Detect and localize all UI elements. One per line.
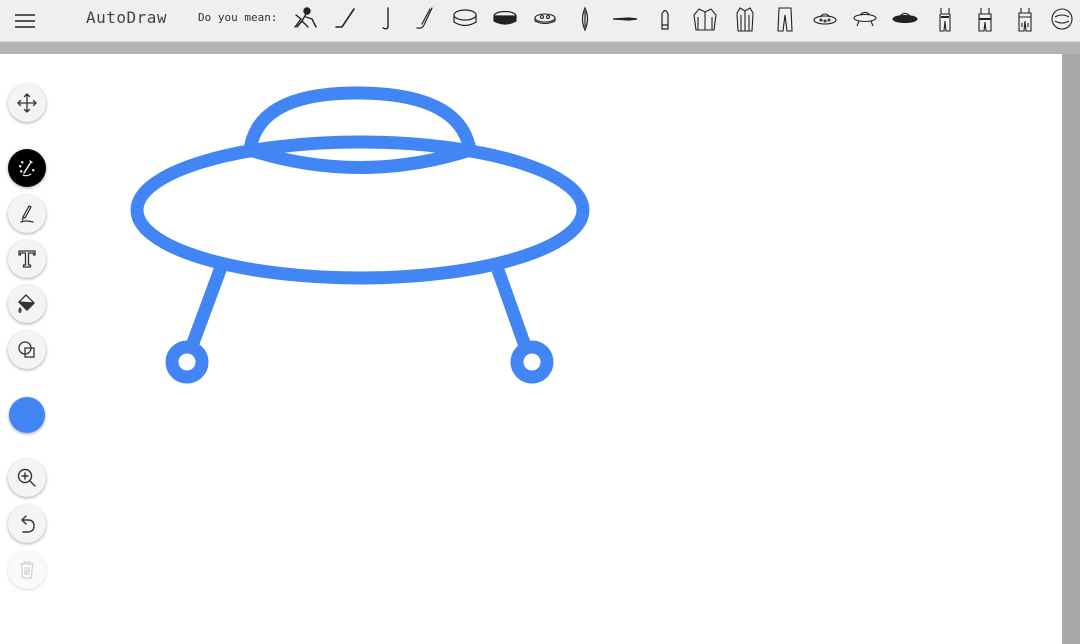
undo-tool[interactable] — [8, 505, 46, 543]
trash-icon — [20, 561, 34, 579]
move-tool[interactable] — [8, 84, 46, 122]
undo-icon — [21, 515, 35, 533]
pencil-icon — [20, 205, 34, 223]
color-picker-swatch[interactable] — [9, 397, 45, 433]
paint-bucket-icon — [18, 294, 35, 314]
type-tool[interactable] — [8, 240, 46, 278]
zoom-tool[interactable] — [8, 459, 46, 497]
ufo-drawing[interactable] — [0, 0, 1080, 644]
text-t-icon — [18, 250, 36, 268]
move-arrows-icon — [17, 93, 37, 113]
draw-tool[interactable] — [8, 195, 46, 233]
shapes-icon — [18, 341, 35, 358]
fill-tool[interactable] — [8, 285, 46, 323]
delete-tool[interactable] — [8, 551, 46, 589]
autodraw-tool[interactable] — [8, 149, 46, 187]
magic-pen-icon — [19, 160, 35, 177]
shape-tool[interactable] — [8, 331, 46, 369]
zoom-in-icon — [17, 468, 36, 487]
